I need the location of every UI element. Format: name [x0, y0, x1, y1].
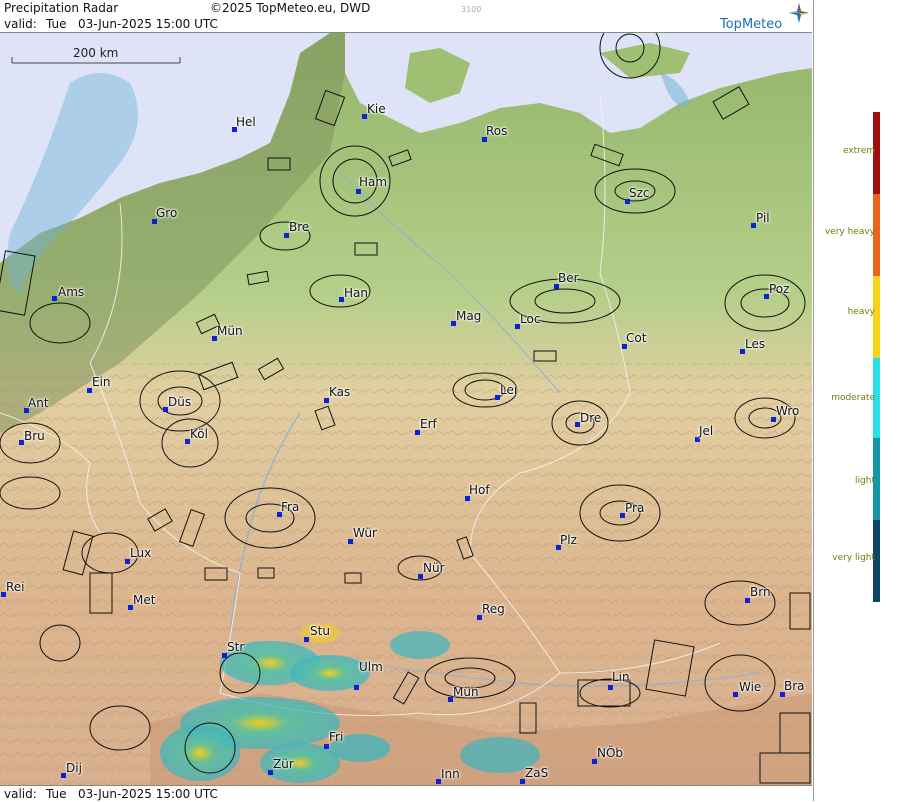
- city-label: Lei: [500, 383, 518, 397]
- map-code: 3100: [461, 5, 482, 14]
- city-label: Rei: [6, 580, 25, 594]
- legend-label: light: [855, 476, 875, 486]
- city-label: Wie: [739, 680, 762, 694]
- radar-map[interactable]: 200 km Hel Kie Ros Ham Szc Gro Bre Pil A…: [0, 33, 812, 785]
- city-label: Wro: [776, 404, 800, 418]
- product-title: Precipitation Radar: [4, 1, 119, 15]
- city-label: Szc: [629, 186, 650, 200]
- city-label: Les: [745, 337, 766, 351]
- city-label: Brn: [750, 585, 771, 599]
- city-label: Kas: [329, 385, 351, 399]
- city-label: Ham: [359, 175, 388, 189]
- legend-label: moderate: [831, 393, 875, 403]
- city-label: Han: [344, 286, 368, 300]
- city-label: Ant: [28, 396, 49, 410]
- copyright-text: ©2025 TopMeteo.eu, DWD: [210, 1, 371, 15]
- city-label: ZaS: [525, 766, 549, 780]
- city-label: Gro: [156, 206, 178, 220]
- city-label: Düs: [168, 395, 192, 409]
- city-label: Dij: [66, 761, 82, 775]
- footer-valid-datetime: 03-Jun-2025 15:00 UTC: [78, 787, 218, 801]
- legend-swatch-heavy: [873, 276, 880, 358]
- city-label: Fri: [329, 730, 344, 744]
- valid-day: Tue: [46, 17, 67, 31]
- compass-star-icon: [788, 2, 810, 24]
- valid-datetime: 03-Jun-2025 15:00 UTC: [78, 17, 218, 31]
- city-label: Lin: [612, 670, 630, 684]
- footer-valid-day: Tue: [46, 787, 67, 801]
- city-label: Ros: [486, 124, 508, 138]
- city-label: Hel: [236, 115, 256, 129]
- city-label: Dre: [580, 411, 602, 425]
- city-label: Inn: [441, 767, 460, 781]
- footer-bar: valid: Tue 03-Jun-2025 15:00 UTC: [0, 785, 812, 802]
- city-label: NÖb: [597, 746, 624, 760]
- valid-prefix: valid:: [4, 17, 37, 31]
- city-label: Lux: [130, 546, 152, 560]
- city-label: Mün: [453, 685, 479, 699]
- city-label: Hof: [469, 483, 490, 497]
- header-bar: Precipitation Radar ©2025 TopMeteo.eu, D…: [0, 0, 812, 33]
- city-label: Bre: [289, 220, 310, 234]
- city-label: Jel: [699, 424, 714, 438]
- footer-valid-prefix: valid:: [4, 787, 37, 801]
- city-label: Bra: [784, 679, 805, 693]
- city-label: Köl: [190, 427, 208, 441]
- city-label: Wür: [353, 526, 377, 540]
- city-label: Ulm: [359, 660, 383, 674]
- city-label: Pra: [625, 501, 645, 515]
- map-canvas: [0, 33, 812, 785]
- city-label: Loc: [520, 312, 541, 326]
- city-label: Bru: [24, 429, 45, 443]
- city-label: Met: [133, 593, 156, 607]
- legend-label: very heavy: [824, 227, 875, 237]
- city-label: Pil: [756, 211, 770, 225]
- legend-label: heavy: [847, 307, 875, 317]
- city-label: Fra: [281, 500, 300, 514]
- city-label: Plz: [560, 533, 577, 547]
- city-label: Erf: [420, 417, 437, 431]
- city-label: Kie: [367, 102, 386, 116]
- city-label: Cot: [626, 331, 647, 345]
- city-label: Ein: [92, 375, 111, 389]
- legend-label: extrem: [842, 146, 875, 156]
- city-label: Nür: [423, 561, 445, 575]
- city-label: Stu: [310, 624, 330, 638]
- city-label: Ber: [558, 271, 579, 285]
- scale-bar-label: 200 km: [73, 46, 119, 60]
- city-label: Str: [227, 640, 245, 654]
- city-label: Poz: [769, 282, 790, 296]
- city-label: Reg: [482, 602, 505, 616]
- city-label: Ams: [58, 285, 85, 299]
- city-label: Mün: [217, 324, 243, 338]
- city-label: Mag: [456, 309, 482, 323]
- intensity-legend: extrem very heavy heavy moderate light v…: [813, 0, 904, 801]
- legend-label: very light: [832, 553, 875, 563]
- city-label: Zür: [273, 757, 294, 771]
- brand-logo[interactable]: TopMeteo: [720, 17, 782, 32]
